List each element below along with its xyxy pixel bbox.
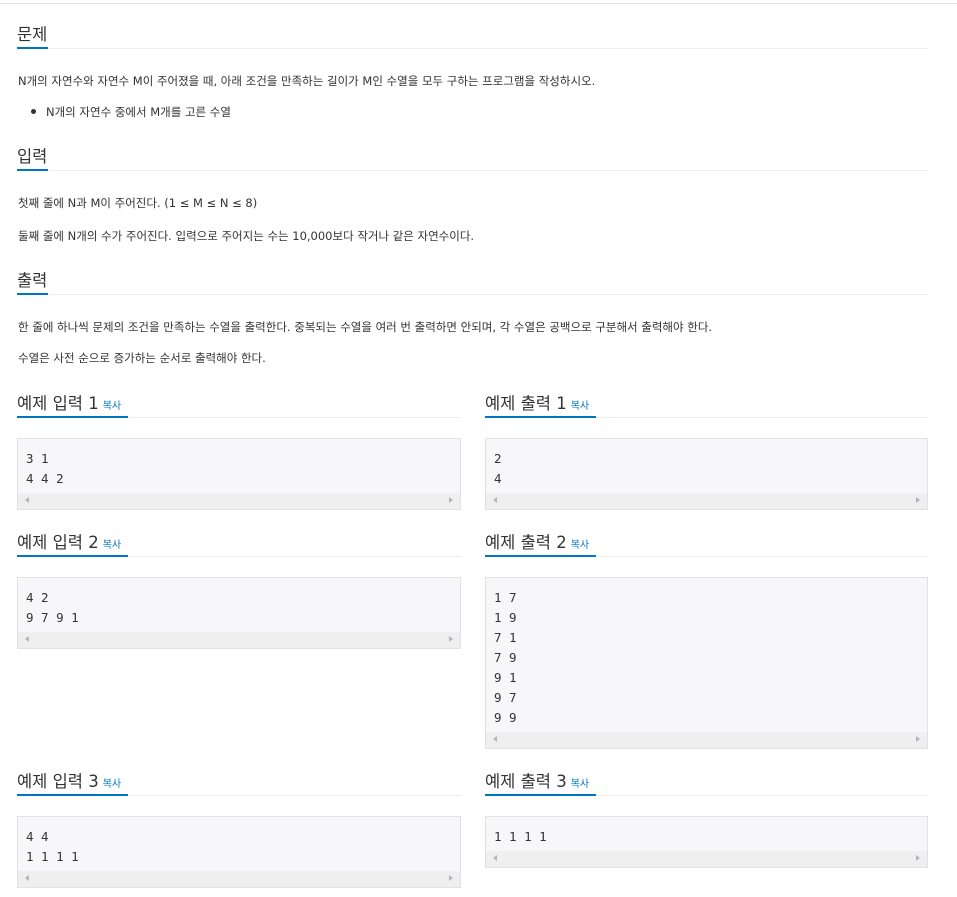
sample-input-1-box: 3 14 4 2 [17, 438, 461, 510]
scroll-right-icon[interactable] [916, 855, 920, 861]
sample-input-2-header: 예제 입력 2 복사 [17, 512, 461, 557]
problem-section-header: 문제 [17, 4, 928, 49]
copy-button[interactable]: 복사 [103, 401, 121, 412]
input-line-2: 둘째 줄에 N개의 수가 주어진다. 입력으로 주어지는 수는 10,000보다… [18, 229, 475, 243]
copy-button[interactable]: 복사 [103, 779, 121, 790]
problem-title: 문제 [17, 25, 48, 44]
input-title: 입력 [17, 147, 48, 166]
input-line-1: 첫째 줄에 N과 M이 주어진다. (1 ≤ M ≤ N ≤ 8) [18, 196, 258, 210]
sample-output-2-box: 1 71 97 17 99 19 79 9 [485, 577, 928, 749]
scroll-right-icon[interactable] [449, 636, 453, 642]
horizontal-scrollbar[interactable] [18, 871, 460, 887]
horizontal-scrollbar[interactable] [486, 851, 927, 867]
sample-output-1-header: 예제 출력 1 복사 [485, 373, 928, 418]
sample-output-2-header: 예제 출력 2 복사 [485, 512, 928, 557]
output-section-header: 출력 [17, 250, 928, 295]
output-line-2: 수열은 사전 순으로 증가하는 순서로 출력해야 한다. [18, 351, 266, 365]
scroll-left-icon[interactable] [493, 736, 497, 742]
scroll-left-icon[interactable] [493, 855, 497, 861]
copy-button[interactable]: 복사 [571, 401, 589, 412]
horizontal-scrollbar[interactable] [486, 732, 927, 748]
scroll-left-icon[interactable] [25, 875, 29, 881]
scroll-left-icon[interactable] [493, 497, 497, 503]
sample-output-1-box: 24 [485, 438, 928, 510]
scroll-left-icon[interactable] [25, 497, 29, 503]
sample-input-3-header: 예제 입력 3 복사 [17, 751, 461, 796]
sample-output-1-code: 24 [494, 451, 502, 486]
condition-item: N개의 자연수 중에서 M개를 고른 수열 [31, 104, 231, 120]
scroll-right-icon[interactable] [916, 736, 920, 742]
sample-output-3-box: 1 1 1 1 [485, 816, 928, 868]
scroll-right-icon[interactable] [449, 497, 453, 503]
sample-input-1-title: 예제 입력 1 [17, 394, 99, 413]
sample-input-1-header: 예제 입력 1 복사 [17, 373, 461, 418]
horizontal-scrollbar[interactable] [486, 493, 927, 509]
output-line-1: 한 줄에 하나씩 문제의 조건을 만족하는 수열을 출력한다. 중복되는 수열을… [18, 320, 713, 334]
sample-output-2-title: 예제 출력 2 [485, 533, 567, 552]
sample-output-3-title: 예제 출력 3 [485, 772, 567, 791]
sample-input-3-code: 4 41 1 1 1 [26, 829, 79, 864]
scroll-left-icon[interactable] [25, 636, 29, 642]
copy-button[interactable]: 복사 [103, 540, 121, 551]
copy-button[interactable]: 복사 [571, 540, 589, 551]
horizontal-scrollbar[interactable] [18, 632, 460, 648]
sample-input-2-box: 4 29 7 9 1 [17, 577, 461, 649]
sample-input-1-code: 3 14 4 2 [26, 451, 64, 486]
bullet-icon [31, 109, 36, 114]
sample-output-1-title: 예제 출력 1 [485, 394, 567, 413]
sample-output-3-code: 1 1 1 1 [494, 829, 547, 844]
sample-output-2-code: 1 71 97 17 99 19 79 9 [494, 590, 517, 725]
scroll-right-icon[interactable] [449, 875, 453, 881]
problem-description: N개의 자연수와 자연수 M이 주어졌을 때, 아래 조건을 만족하는 길이가 … [18, 74, 596, 88]
sample-input-2-title: 예제 입력 2 [17, 533, 99, 552]
copy-button[interactable]: 복사 [571, 779, 589, 790]
horizontal-scrollbar[interactable] [18, 493, 460, 509]
scroll-right-icon[interactable] [916, 497, 920, 503]
input-section-header: 입력 [17, 126, 928, 171]
output-title: 출력 [17, 271, 48, 290]
sample-input-3-box: 4 41 1 1 1 [17, 816, 461, 888]
sample-input-2-code: 4 29 7 9 1 [26, 590, 79, 625]
sample-output-3-header: 예제 출력 3 복사 [485, 751, 928, 796]
sample-input-3-title: 예제 입력 3 [17, 772, 99, 791]
